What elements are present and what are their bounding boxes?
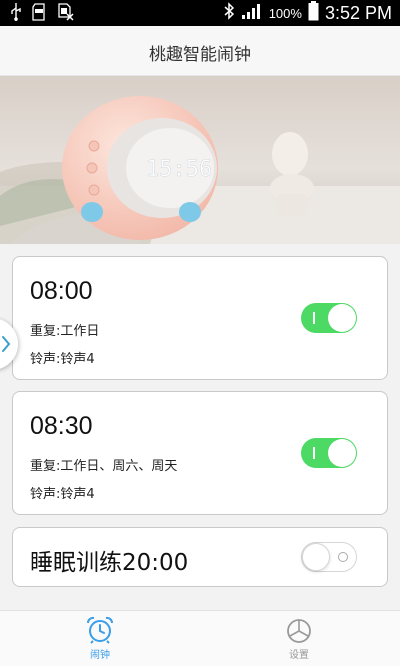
status-bar-left [10,3,74,25]
status-bar: 100% 3:52 PM [0,0,400,26]
toggle-knob [328,439,356,467]
alarm-clock-icon [87,616,113,644]
alarm-repeat: 重复:工作日 [30,324,100,339]
nav-tab-alarm[interactable]: 闹钟 [60,616,140,661]
toggle-knob [302,543,330,571]
alarm-card[interactable]: 08:30 重复:工作日、周六、周天 铃声:铃声4 [12,391,388,515]
no-sim-icon [56,3,74,25]
status-time: 3:52 PM [324,2,392,23]
sd-card-icon [32,3,46,25]
alarm-toggle[interactable] [301,303,357,333]
nav-tab-alarm-label: 闹钟 [90,650,110,661]
nav-tab-settings-label: 设置 [289,650,309,661]
battery-icon [308,1,319,25]
toggle-on-mark [313,312,315,324]
alarm-ringtone: 铃声:铃声4 [30,352,95,367]
alarm-ringtone: 铃声:铃声4 [30,487,95,502]
bottom-nav: 闹钟 设置 [0,610,400,666]
toggle-knob [328,304,356,332]
svg-text:15:56: 15:56 [146,157,212,182]
app-header: 桃趣智能闹钟 [0,26,400,76]
sleep-training-toggle[interactable] [301,542,357,572]
settings-icon [287,619,311,643]
toggle-off-mark [338,552,348,562]
status-bar-right: 100% 3:52 PM [223,1,392,25]
battery-percent: 100% [268,5,302,21]
sleep-training-label: 睡眠训练20:00 [30,550,189,576]
hero-image: 15:56 [0,76,400,244]
alarm-repeat: 重复:工作日、周六、周天 [30,459,178,474]
alarm-toggle[interactable] [301,438,357,468]
hero-banner: 15:56 [0,76,400,244]
signal-icon [241,2,263,24]
alarm-time: 08:00 [30,277,93,305]
usb-icon [10,3,22,25]
nav-tab-settings[interactable]: 设置 [259,616,339,661]
chevron-right-icon [2,336,11,352]
toggle-on-mark [313,447,315,459]
bluetooth-icon [223,2,235,24]
alarm-card[interactable]: 08:00 重复:工作日 铃声:铃声4 [12,256,388,380]
page-title: 桃趣智能闹钟 [149,45,251,65]
sleep-training-card[interactable]: 睡眠训练20:00 [12,527,388,587]
alarm-time: 08:30 [30,412,93,440]
